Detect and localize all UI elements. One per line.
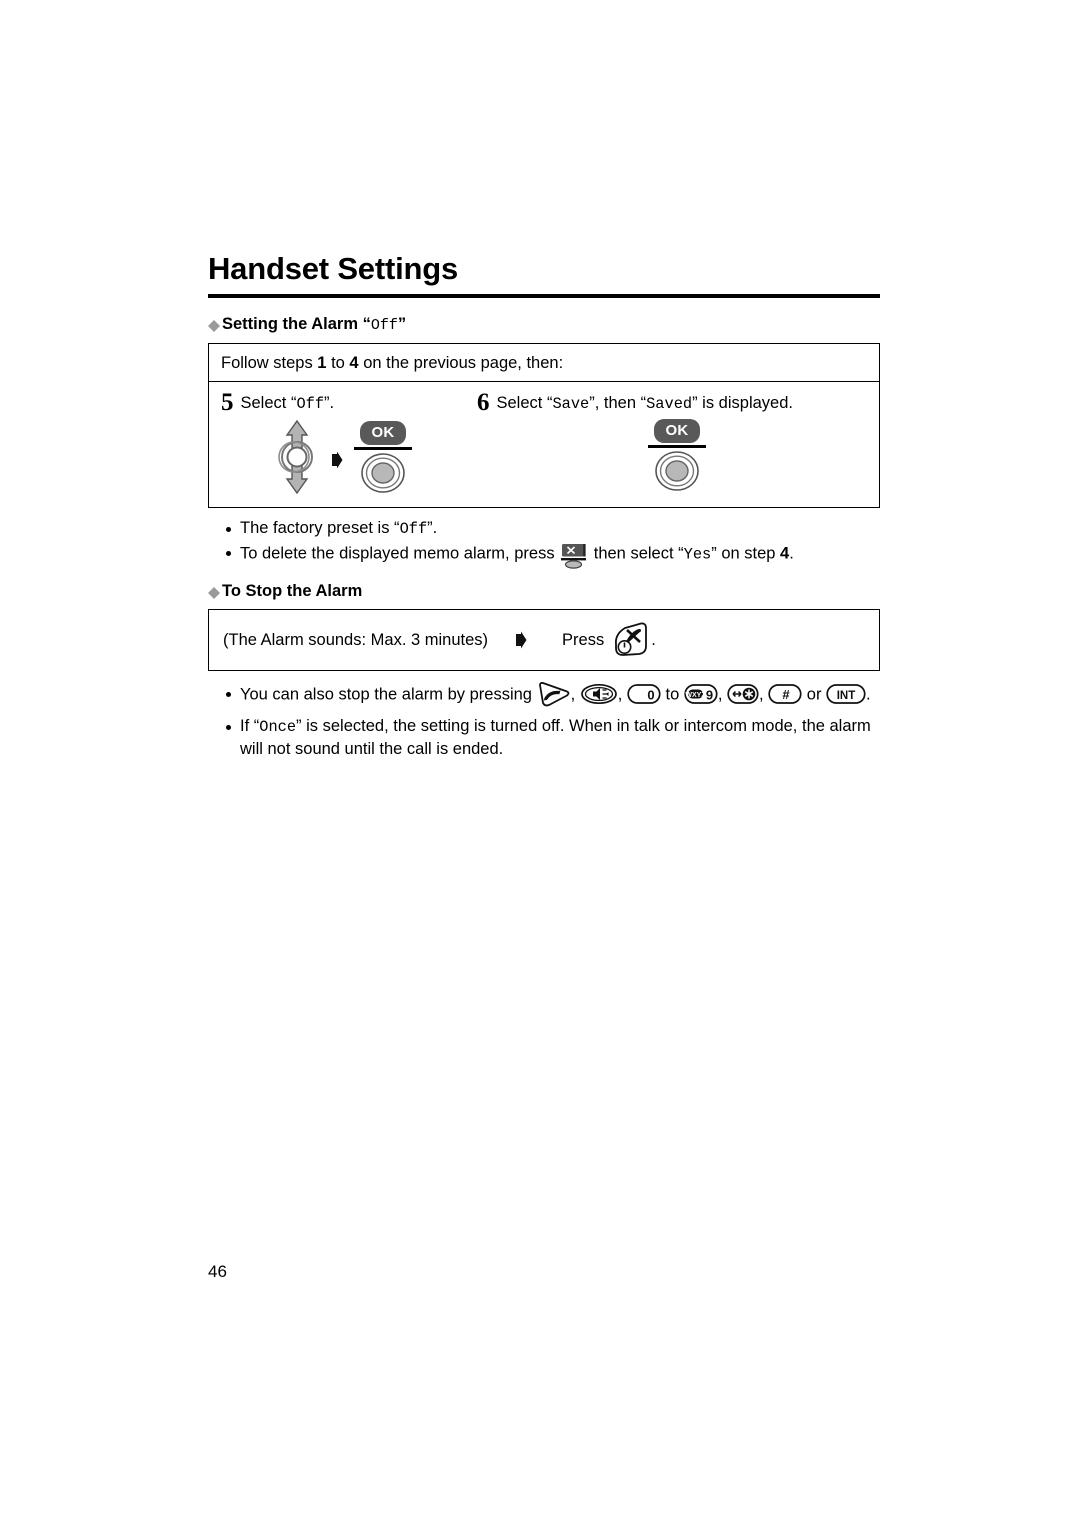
intro-prefix: Follow steps — [221, 353, 318, 372]
steps-intro-row: Follow steps 1 to 4 on the previous page… — [209, 344, 879, 383]
page-content: Handset Settings Setting the Alarm “Off”… — [208, 251, 880, 767]
svg-text:WXYZ: WXYZ — [685, 692, 706, 699]
step-5-text: Select “Off”. — [240, 394, 335, 414]
ok-key-button — [655, 451, 699, 491]
ok-key-underline — [354, 446, 412, 450]
ok-key-button — [361, 452, 405, 493]
steps-box: Follow steps 1 to 4 on the previous page… — [208, 342, 880, 509]
bullet-dot-icon — [226, 692, 231, 698]
steps-row: 5 Select “Off”. OK 6 Select “Save”, then… — [209, 382, 879, 507]
page-title: Handset Settings — [208, 251, 459, 286]
ok-key-underline — [648, 445, 706, 449]
step-6-number: 6 — [477, 389, 490, 417]
ok-key-icon[interactable]: OK — [353, 420, 413, 494]
hash-key-icon[interactable]: # — [768, 683, 802, 705]
section-heading-setting-alarm-off: Setting the Alarm “Off” — [208, 314, 880, 336]
notes-list-stop-alarm: You can also stop the alarm by pressing … — [208, 682, 880, 760]
ok-key-label: OK — [360, 420, 406, 445]
list-item: To delete the displayed memo alarm, pres… — [208, 541, 880, 569]
int-key-icon[interactable]: INT — [826, 683, 866, 705]
stop-alarm-period: . — [651, 630, 656, 649]
list-item: The factory preset is “Off”. — [208, 517, 880, 540]
ok-key-icon[interactable]: OK — [647, 419, 707, 492]
step-6-value: Save — [552, 395, 590, 414]
section-heading-label: To Stop the Alarm — [222, 581, 363, 600]
step-5-line: 5 Select “Off”. — [221, 388, 477, 415]
digit-0-key-icon[interactable]: 0 — [627, 683, 661, 705]
step-5-key-art: OK — [273, 419, 477, 495]
section-heading-quote-close: ” — [397, 315, 407, 334]
page-number: 46 — [208, 1262, 227, 1281]
power-off-key-icon[interactable] — [611, 622, 651, 658]
intro-suffix: on the previous page, then: — [358, 353, 564, 372]
svg-text:9: 9 — [706, 688, 713, 703]
stop-alarm-left-text: (The Alarm sounds: Max. 3 minutes) — [223, 630, 489, 649]
erase-key-icon[interactable] — [559, 543, 589, 569]
svg-text:#: # — [783, 687, 791, 702]
right-arrow-icon — [514, 631, 528, 649]
stop-alarm-press-label: Press — [562, 630, 605, 649]
title-rule — [208, 294, 880, 299]
diamond-bullet-icon — [208, 314, 220, 333]
step-5: 5 Select “Off”. OK — [221, 388, 477, 495]
step-6: 6 Select “Save”, then “Saved” is display… — [477, 388, 867, 495]
section-heading-value: Off — [370, 317, 398, 335]
note-text: If “Once” is selected, the setting is tu… — [240, 717, 871, 758]
ok-key-label: OK — [654, 419, 700, 444]
section-heading-to-stop-alarm: To Stop the Alarm — [208, 581, 880, 602]
list-item: If “Once” is selected, the setting is tu… — [208, 715, 880, 760]
step-6-line: 6 Select “Save”, then “Saved” is display… — [477, 388, 867, 415]
note-text: To delete the displayed memo alarm, pres… — [240, 541, 880, 569]
note-text: You can also stop the alarm by pressing … — [240, 682, 880, 708]
step-6-key-art: OK — [647, 419, 867, 492]
section-heading-quote-open: “ — [358, 315, 371, 334]
step-6-text: Select “Save”, then “Saved” is displayed… — [496, 394, 793, 414]
step-5-value: Off — [296, 395, 325, 414]
right-arrow-icon — [330, 451, 344, 469]
intro-middle: to — [326, 353, 350, 372]
diamond-bullet-icon — [208, 581, 220, 599]
svg-text:0: 0 — [647, 688, 654, 703]
notes-list-alarm-off: The factory preset is “Off”. To delete t… — [208, 517, 880, 569]
star-key-icon[interactable] — [727, 683, 759, 705]
bullet-dot-icon — [226, 527, 231, 533]
section-heading-label: Setting the Alarm — [222, 315, 358, 334]
step-5-number: 5 — [221, 389, 234, 417]
speakerphone-key-icon[interactable] — [580, 682, 618, 706]
stop-alarm-press-group: Press . — [562, 622, 656, 658]
navigator-icon[interactable] — [273, 419, 321, 495]
manual-page: Handset Settings Setting the Alarm “Off”… — [0, 0, 1080, 1528]
digit-9-wxyz-key-icon[interactable]: WXYZ 9 — [684, 683, 718, 705]
note-text: The factory preset is “Off”. — [240, 519, 438, 539]
bullet-dot-icon — [226, 725, 231, 731]
step-6-value-2: Saved — [646, 395, 693, 414]
intro-step-to: 4 — [349, 353, 359, 372]
talk-key-icon[interactable] — [537, 681, 571, 707]
bullet-dot-icon — [226, 550, 231, 556]
list-item: You can also stop the alarm by pressing … — [208, 682, 880, 708]
svg-text:INT: INT — [837, 690, 856, 702]
stop-alarm-box: (The Alarm sounds: Max. 3 minutes) Press — [208, 609, 880, 672]
